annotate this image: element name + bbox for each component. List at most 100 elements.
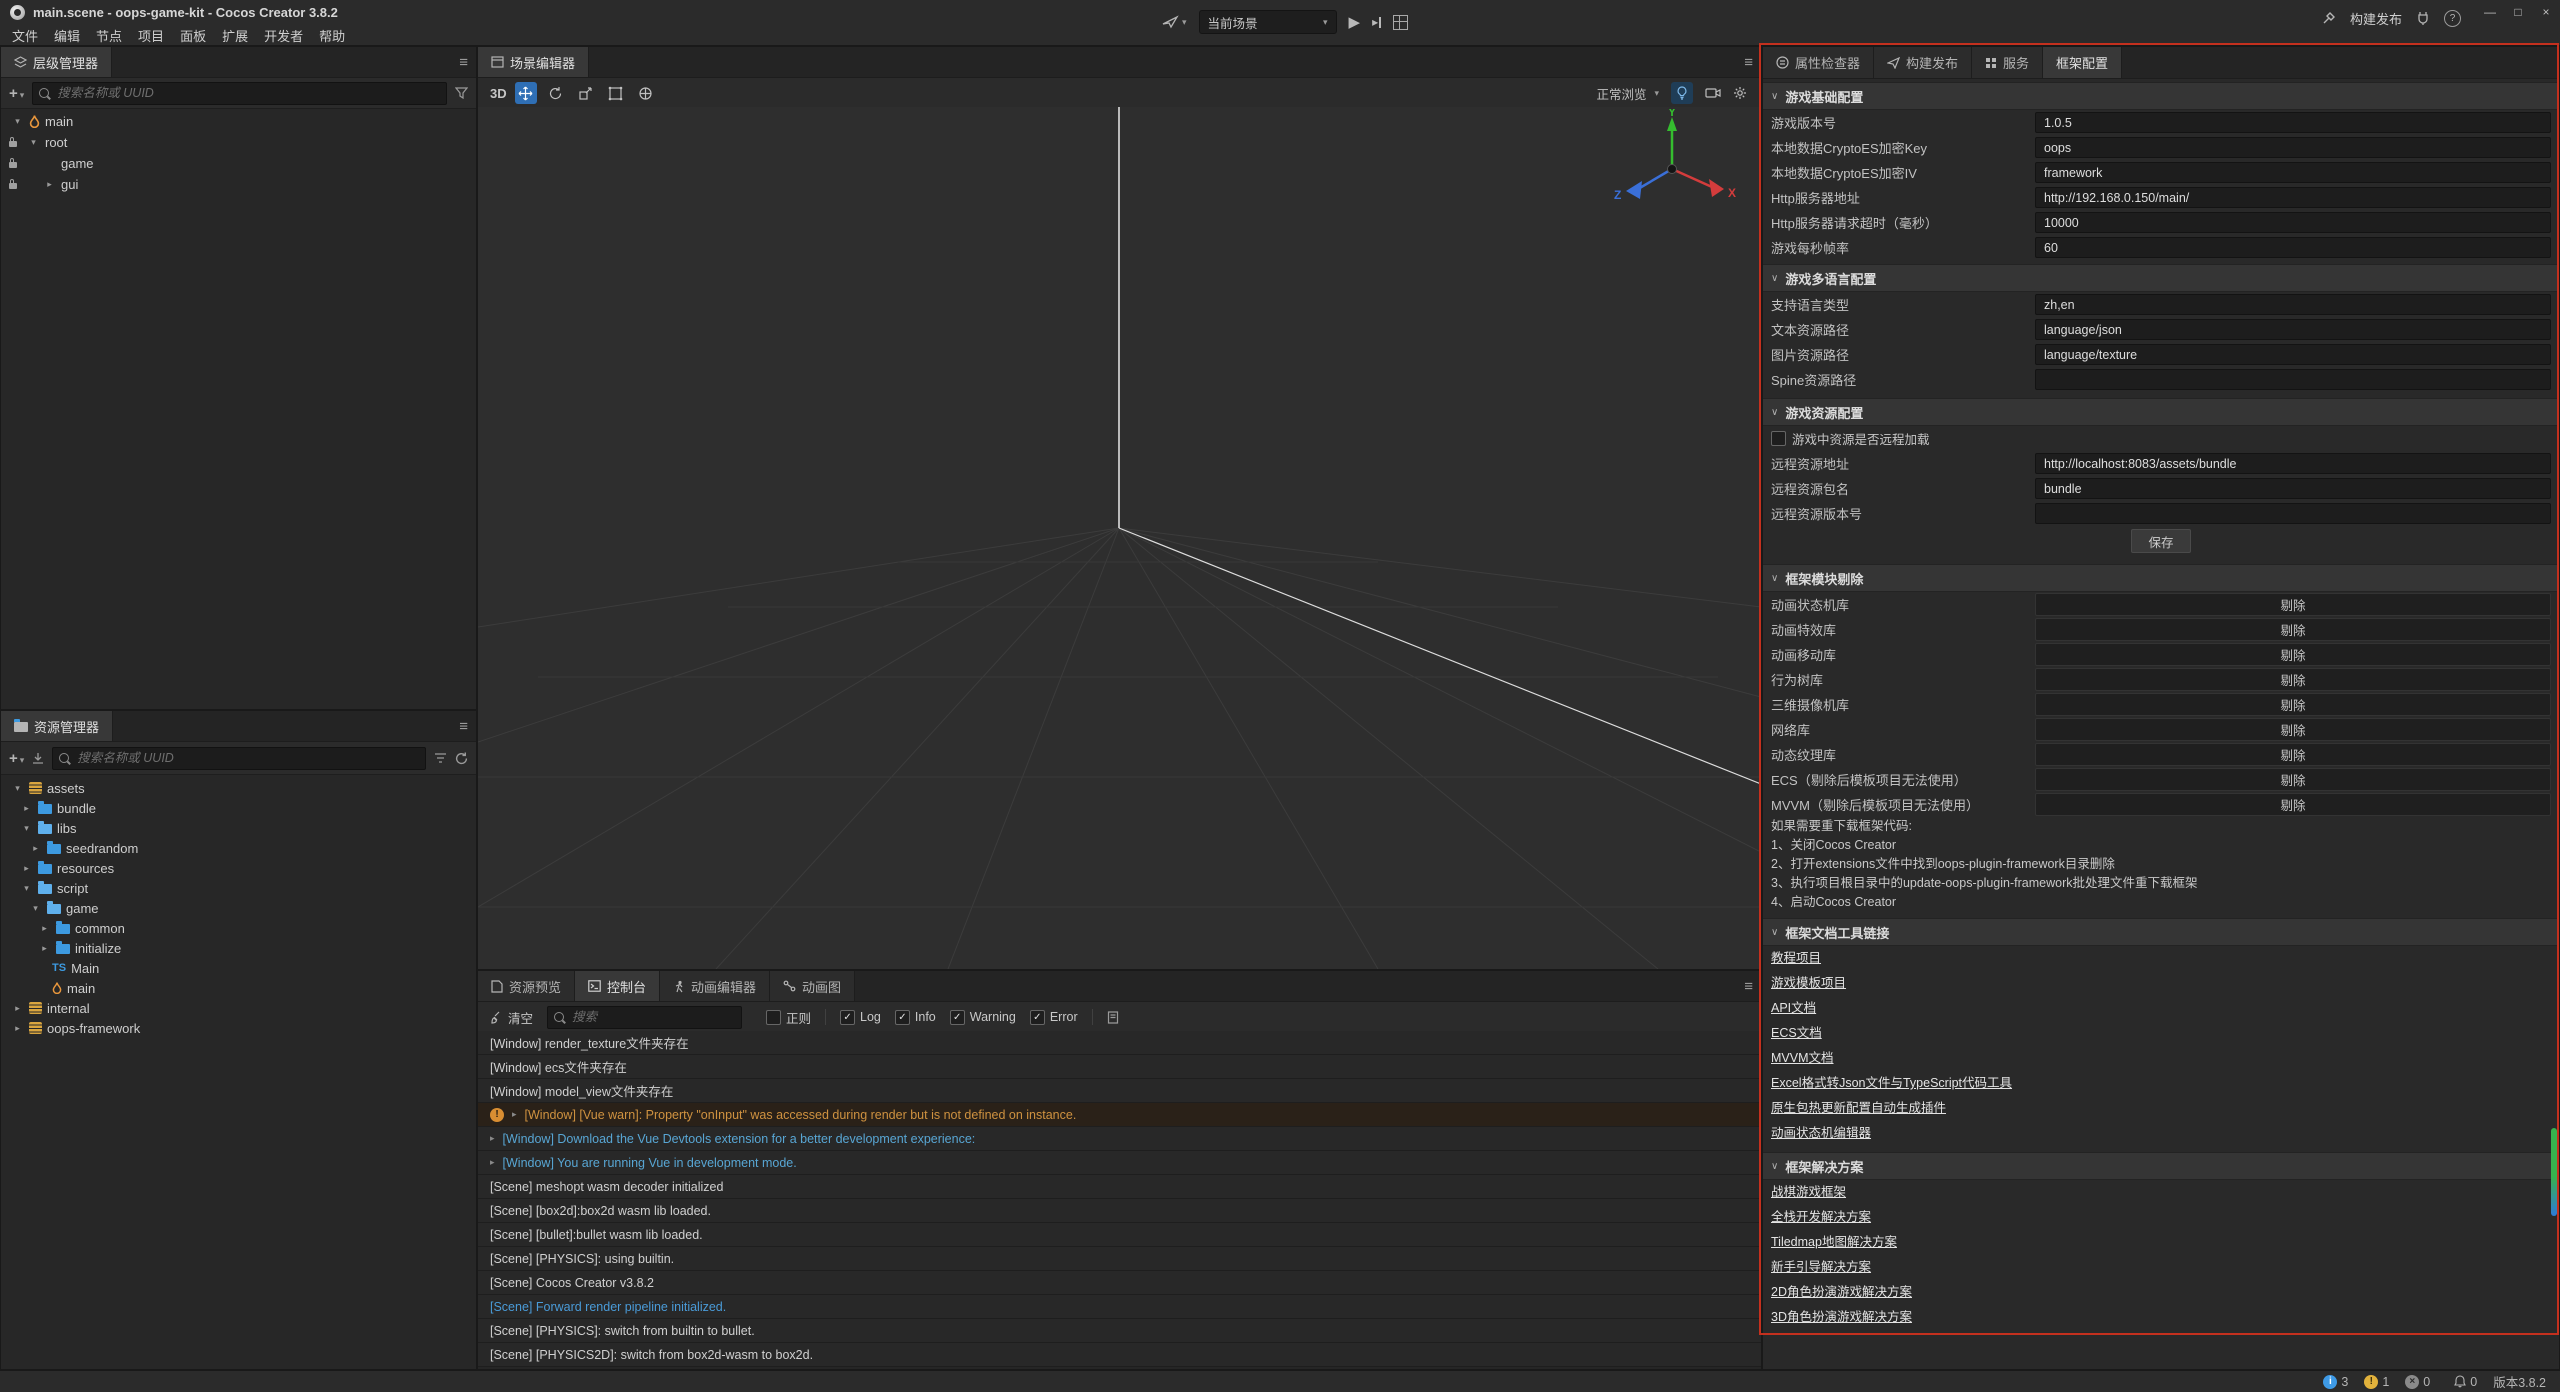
error-checkbox[interactable] [1030, 1010, 1045, 1025]
asset-node[interactable]: ▸ oops-framework [1, 1018, 476, 1038]
remote-bundle-input[interactable] [2035, 478, 2551, 499]
doc-link-mvvm[interactable]: MVVM文档 [1771, 1046, 1834, 1071]
warning-checkbox[interactable] [950, 1010, 965, 1025]
minimize-button[interactable]: — [2476, 0, 2504, 24]
panel-menu-icon[interactable]: ≡ [459, 711, 468, 741]
expand-icon[interactable]: ▸ [512, 1109, 517, 1120]
layout-grid-icon[interactable] [1393, 15, 1408, 30]
tab-animation-editor[interactable]: 动画编辑器 [660, 971, 770, 1001]
play-button[interactable]: ▶ [1349, 13, 1361, 31]
expand-icon[interactable]: ▸ [11, 1023, 24, 1034]
expand-icon[interactable]: ▾ [11, 783, 24, 794]
log-row[interactable]: [Window] model_view文件夹存在 [478, 1079, 1761, 1103]
log-row[interactable]: [Scene] Forward render pipeline initiali… [478, 1295, 1761, 1319]
remove-button[interactable]: 剔除 [2035, 643, 2551, 666]
tree-node-game[interactable]: game [1, 153, 476, 174]
tab-services[interactable]: 服务 [1972, 47, 2043, 78]
log-row[interactable]: [Scene] Cocos Creator v3.8.2 [478, 1271, 1761, 1295]
step-button[interactable]: ▸ [1372, 15, 1381, 29]
remove-button[interactable]: 剔除 [2035, 668, 2551, 691]
asset-node[interactable]: TS Main [1, 958, 476, 978]
status-error[interactable]: × 0 [2405, 1375, 2430, 1389]
section-resource-config[interactable]: ∨游戏资源配置 [1763, 398, 2559, 426]
remote-load-checkbox[interactable] [1771, 431, 1786, 446]
solution-link-wargame[interactable]: 战棋游戏框架 [1771, 1180, 1846, 1205]
expand-icon[interactable]: ▸ [20, 863, 33, 874]
expand-icon[interactable]: ▸ [38, 943, 51, 954]
remote-version-input[interactable] [2035, 503, 2551, 524]
log-row[interactable]: [Scene] [PHYSICS]: using builtin. [478, 1247, 1761, 1271]
scene-select[interactable]: 当前场景▾ [1199, 10, 1337, 34]
orientation-gizmo[interactable]: Y X Z [1608, 109, 1748, 229]
game-version-input[interactable] [2035, 112, 2551, 133]
regex-toggle[interactable]: 正则 [766, 1008, 811, 1027]
menu-project[interactable]: 项目 [130, 26, 172, 45]
add-asset-button[interactable]: +▾ [9, 751, 24, 766]
crypto-iv-input[interactable] [2035, 162, 2551, 183]
fps-input[interactable] [2035, 237, 2551, 258]
section-doc-links[interactable]: ∨框架文档工具链接 [1763, 918, 2559, 946]
scene-viewport[interactable]: Y X Z [478, 107, 1761, 969]
text-path-input[interactable] [2035, 319, 2551, 340]
tree-node-main[interactable]: ▾ main [1, 111, 476, 132]
status-warning[interactable]: ! 1 [2364, 1375, 2389, 1389]
filter-log[interactable]: Log [840, 1010, 881, 1025]
crypto-key-input[interactable] [2035, 137, 2551, 158]
asset-node[interactable]: ▸ resources [1, 858, 476, 878]
save-button[interactable]: 保存 [2131, 529, 2191, 553]
doc-link-tutorial[interactable]: 教程项目 [1771, 946, 1821, 971]
tab-scene-editor[interactable]: 场景编辑器 [478, 47, 589, 77]
refresh-icon[interactable] [455, 752, 468, 765]
remove-button[interactable]: 剔除 [2035, 743, 2551, 766]
menu-file[interactable]: 文件 [4, 26, 46, 45]
section-solutions[interactable]: ∨框架解决方案 [1763, 1152, 2559, 1180]
menu-help[interactable]: 帮助 [311, 26, 353, 45]
regex-checkbox[interactable] [766, 1010, 781, 1025]
asset-node[interactable]: ▾ assets [1, 778, 476, 798]
expand-icon[interactable]: ▸ [490, 1133, 495, 1144]
section-game-basic-config[interactable]: ∨游戏基础配置 [1763, 82, 2559, 110]
panel-menu-icon[interactable]: ≡ [459, 47, 468, 77]
log-row[interactable]: [Scene] [PHYSICS2D]: switch from box2d-w… [478, 1343, 1761, 1367]
doc-link-hotupdate-plugin[interactable]: 原生包热更新配置自动生成插件 [1771, 1096, 1946, 1121]
clear-console-button[interactable]: 清空 [490, 1008, 533, 1027]
asset-node[interactable]: ▾ libs [1, 818, 476, 838]
asset-node[interactable]: main [1, 978, 476, 998]
languages-input[interactable] [2035, 294, 2551, 315]
http-timeout-input[interactable] [2035, 212, 2551, 233]
tab-assets[interactable]: 资源管理器 [1, 711, 113, 741]
tab-asset-preview[interactable]: 资源预览 [478, 971, 575, 1001]
filter-icon[interactable] [434, 752, 447, 764]
log-row[interactable]: [Window] ecs文件夹存在 [478, 1055, 1761, 1079]
http-server-input[interactable] [2035, 187, 2551, 208]
doc-link-animator-editor[interactable]: 动画状态机编辑器 [1771, 1121, 1871, 1146]
expand-icon[interactable]: ▸ [38, 923, 51, 934]
expand-icon[interactable]: ▾ [20, 823, 33, 834]
import-icon[interactable] [32, 752, 44, 764]
tree-node-gui[interactable]: ▸ gui [1, 174, 476, 195]
view-mode-select[interactable]: 正常浏览▾ [1596, 84, 1659, 103]
tree-node-root[interactable]: ▾ root [1, 132, 476, 153]
expand-icon[interactable]: ▸ [29, 843, 42, 854]
filter-icon[interactable] [455, 87, 468, 99]
console-search[interactable] [547, 1006, 742, 1029]
log-row[interactable]: [Scene] [box2d]:box2d wasm lib loaded. [478, 1199, 1761, 1223]
doc-link-ecs[interactable]: ECS文档 [1771, 1021, 1822, 1046]
log-row[interactable]: [Scene] meshopt wasm decoder initialized [478, 1175, 1761, 1199]
asset-node[interactable]: ▸ common [1, 918, 476, 938]
filter-warning[interactable]: Warning [950, 1010, 1016, 1025]
log-row[interactable]: [Window] render_texture文件夹存在 [478, 1031, 1761, 1055]
solution-link-3drpg[interactable]: 3D角色扮演游戏解决方案 [1771, 1305, 1912, 1330]
doc-link-excel-tool[interactable]: Excel格式转Json文件与TypeScript代码工具 [1771, 1071, 2012, 1096]
console-search-input[interactable] [570, 1009, 735, 1025]
add-node-button[interactable]: +▾ [9, 86, 24, 101]
texture-path-input[interactable] [2035, 344, 2551, 365]
asset-node[interactable]: ▸ bundle [1, 798, 476, 818]
tab-animation-graph[interactable]: 动画图 [770, 971, 855, 1001]
anchor-tool-icon[interactable] [635, 82, 657, 104]
menu-extension[interactable]: 扩展 [214, 26, 256, 45]
remove-button[interactable]: 剔除 [2035, 793, 2551, 816]
remote-url-input[interactable] [2035, 453, 2551, 474]
hierarchy-search-input[interactable] [55, 85, 440, 101]
rotate-tool-icon[interactable] [545, 82, 567, 104]
